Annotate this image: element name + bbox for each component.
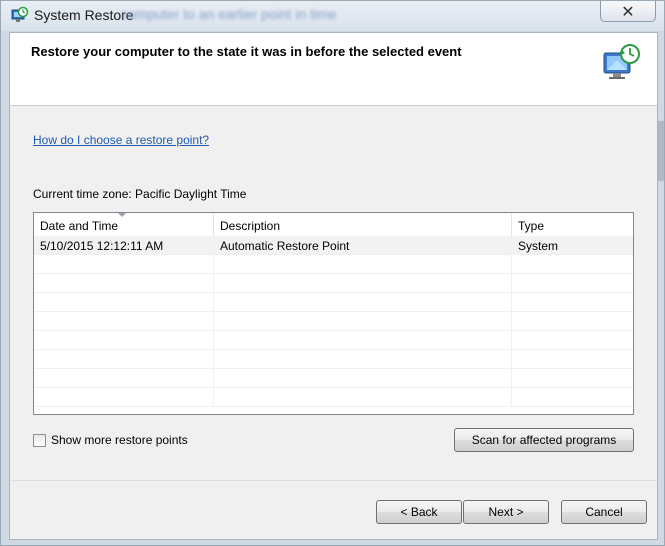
cell-type xyxy=(512,331,633,349)
table-row xyxy=(34,369,633,388)
table-row xyxy=(34,388,633,407)
cell-date xyxy=(34,350,214,368)
cell-type xyxy=(512,312,633,330)
title-bar[interactable]: System Restore computer to an earlier po… xyxy=(1,1,664,31)
table-row xyxy=(34,350,633,369)
cell-date xyxy=(34,331,214,349)
system-restore-icon xyxy=(11,6,29,22)
column-header-date[interactable]: Date and Time xyxy=(34,213,214,236)
cell-description xyxy=(214,369,512,387)
cell-description: Automatic Restore Point xyxy=(214,236,512,254)
footer-divider xyxy=(10,480,657,481)
table-row xyxy=(34,331,633,350)
cell-type xyxy=(512,255,633,273)
window-title: System Restore xyxy=(34,7,134,23)
page-title: Restore your computer to the state it wa… xyxy=(31,44,462,59)
next-button[interactable]: Next > xyxy=(463,500,549,524)
cell-type xyxy=(512,293,633,311)
show-more-checkbox[interactable] xyxy=(33,433,46,447)
wizard-client-area: Restore your computer to the state it wa… xyxy=(9,32,658,540)
cell-description xyxy=(214,350,512,368)
cell-description xyxy=(214,274,512,292)
timezone-label: Current time zone: Pacific Daylight Time xyxy=(33,187,247,201)
help-link-choose-restore-point[interactable]: How do I choose a restore point? xyxy=(33,133,209,147)
cell-date xyxy=(34,255,214,273)
table-row xyxy=(34,255,633,274)
sort-descending-icon xyxy=(118,213,126,217)
close-button[interactable]: ✕ xyxy=(600,1,656,22)
cell-description xyxy=(214,293,512,311)
background-window-edge xyxy=(658,121,664,181)
close-icon: ✕ xyxy=(621,1,635,21)
list-header: Date and Time Description Type xyxy=(34,213,633,237)
cell-type: System xyxy=(518,239,559,253)
cell-date xyxy=(34,388,214,406)
column-header-description-label: Description xyxy=(220,219,281,233)
system-restore-window: System Restore computer to an earlier po… xyxy=(0,0,665,546)
column-header-description[interactable]: Description xyxy=(214,213,512,236)
table-row xyxy=(34,274,633,293)
column-header-type-label: Type xyxy=(518,219,545,233)
table-row[interactable]: 5/10/2015 12:12:11 AM Automatic Restore … xyxy=(34,236,633,255)
cell-date xyxy=(34,369,214,387)
cell-description xyxy=(214,255,512,273)
cell-type xyxy=(512,369,633,387)
wizard-header: Restore your computer to the state it wa… xyxy=(10,33,657,106)
cell-type xyxy=(512,350,633,368)
cell-date xyxy=(34,312,214,330)
background-blurred-text: computer to an earlier point in time xyxy=(121,6,337,22)
table-row xyxy=(34,312,633,331)
cell-description xyxy=(214,388,512,406)
back-button[interactable]: < Back xyxy=(376,500,462,524)
column-header-type[interactable]: Type xyxy=(512,213,633,236)
show-more-label: Show more restore points xyxy=(51,433,188,447)
cell-description xyxy=(214,312,512,330)
cell-date xyxy=(34,274,214,292)
list-rows: 5/10/2015 12:12:11 AM Automatic Restore … xyxy=(34,236,633,414)
cancel-button[interactable]: Cancel xyxy=(561,500,647,524)
scan-affected-programs-button[interactable]: Scan for affected programs xyxy=(454,428,634,452)
cell-description xyxy=(214,331,512,349)
cell-type xyxy=(512,388,633,406)
table-row xyxy=(34,293,633,312)
cell-date: 5/10/2015 12:12:11 AM xyxy=(34,236,214,254)
column-header-date-label: Date and Time xyxy=(40,219,119,233)
restore-points-list[interactable]: Date and Time Description Type 5/10/2015… xyxy=(33,212,634,415)
cell-type xyxy=(512,274,633,292)
show-more-restore-points[interactable]: Show more restore points xyxy=(33,433,188,447)
cell-date xyxy=(34,293,214,311)
restore-monitor-icon xyxy=(603,44,640,79)
